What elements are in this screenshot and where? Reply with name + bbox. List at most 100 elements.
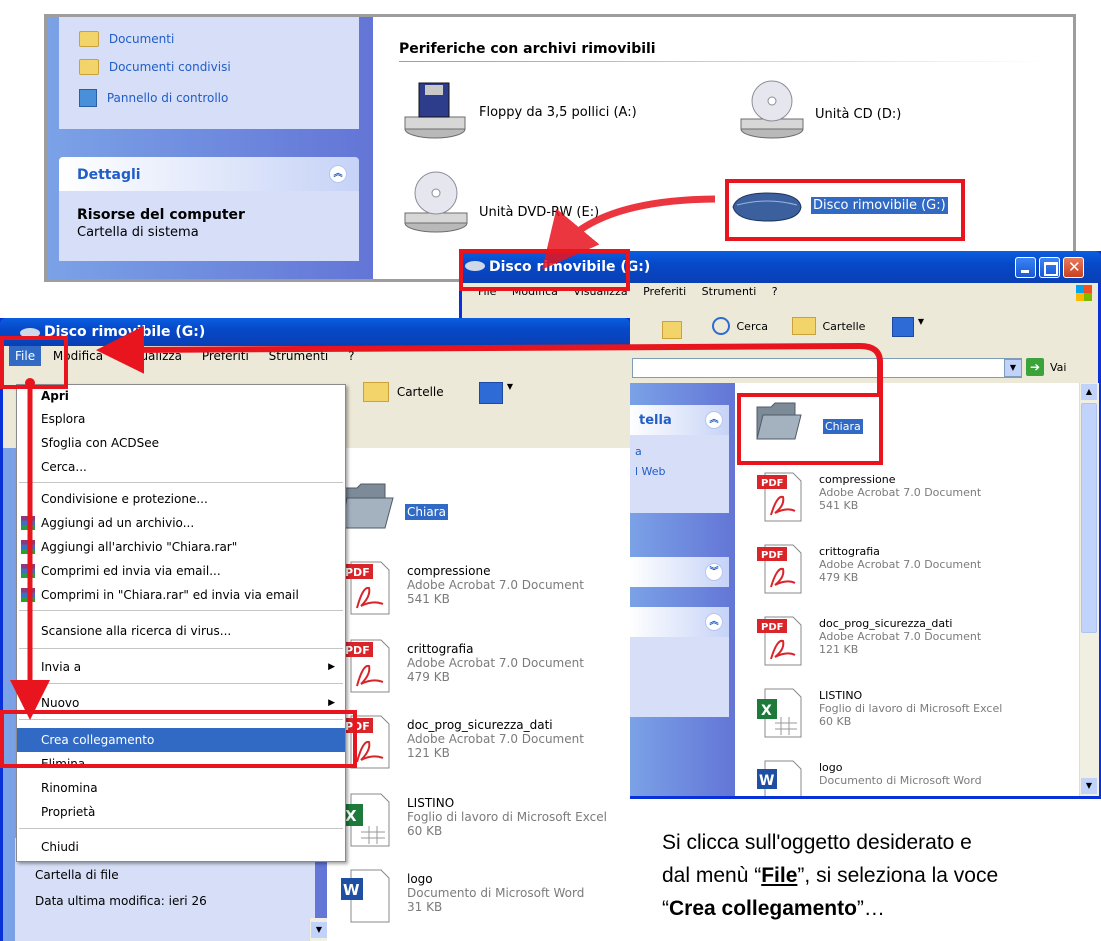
dvd-drive-icon	[404, 171, 468, 233]
svg-text:W: W	[343, 881, 360, 899]
minimize-button[interactable]	[1015, 257, 1036, 278]
menu-file[interactable]: File	[472, 283, 502, 300]
views-button[interactable]: ▼	[892, 317, 926, 339]
file-type: Adobe Acrobat 7.0 Document	[407, 656, 584, 670]
file-item-compressione[interactable]: PDF compressione Adobe Acrobat 7.0 Docum…	[339, 560, 629, 620]
collapse-chevron-icon[interactable]: ︽	[705, 411, 723, 429]
dvd-drive[interactable]: Unità DVD-RW (E:)	[403, 169, 703, 239]
scroll-down-arrow-icon[interactable]: ▼	[311, 922, 327, 938]
views-button[interactable]: ▼	[479, 382, 519, 406]
folders-icon	[363, 382, 389, 402]
file-item-listino[interactable]: X LISTINO Foglio di lavoro di Microsoft …	[339, 792, 629, 852]
file-meta: crittografia Adobe Acrobat 7.0 Document …	[819, 545, 981, 584]
file-item-chiara[interactable]: Chiara	[339, 480, 619, 540]
task-header[interactable]: tella ︽	[629, 405, 729, 435]
menu-separator	[19, 482, 343, 483]
folders-button[interactable]: Cartelle	[363, 382, 444, 406]
menu-item-cerca[interactable]: Cerca...	[17, 455, 345, 479]
menu-item-condivisione[interactable]: Condivisione e protezione...	[17, 487, 345, 511]
task-link-2[interactable]: l Web	[635, 465, 666, 478]
menu-item-comprimi-email[interactable]: Comprimi ed invia via email...	[17, 559, 345, 583]
window-titlebar[interactable]: Disco rimovibile (G:)	[0, 318, 630, 346]
link-documenti[interactable]: Documenti	[79, 31, 174, 49]
menu-modifica[interactable]: Modifica	[506, 283, 564, 300]
menu-item-aggiungi-archivio[interactable]: Aggiungi ad un archivio...	[17, 511, 345, 535]
details-header[interactable]: Dettagli ︽	[59, 157, 359, 191]
file-item-crittografia[interactable]: PDF crittografia Adobe Acrobat 7.0 Docum…	[339, 638, 629, 698]
task-pane-scrollbar[interactable]: ▼	[309, 918, 328, 941]
menu-item-esplora[interactable]: Esplora	[17, 407, 345, 431]
menu-help[interactable]: ?	[340, 346, 362, 366]
search-icon	[712, 317, 730, 335]
removable-label: Disco rimovibile (G:)	[810, 196, 949, 215]
link-pannello-controllo[interactable]: Pannello di controllo	[79, 89, 228, 107]
menu-item-rinomina[interactable]: Rinomina	[17, 776, 345, 800]
svg-text:PDF: PDF	[761, 550, 783, 561]
menu-strumenti[interactable]: Strumenti	[696, 283, 763, 300]
file-list: Chiara PDF compressione Adobe Acrobat 7.…	[735, 383, 1079, 796]
expand-chevron-icon[interactable]: ︾	[705, 563, 723, 581]
menu-modifica[interactable]: Modifica	[45, 346, 111, 366]
address-input[interactable]	[632, 358, 1022, 378]
task-link-1[interactable]: a	[635, 445, 642, 458]
file-item-chiara[interactable]: Chiara	[755, 399, 1055, 455]
menu-file[interactable]: File	[9, 346, 42, 366]
menu-item-elimina[interactable]: Elimina	[17, 752, 345, 776]
menu-item-aggiungi-rar[interactable]: Aggiungi all'archivio "Chiara.rar"	[17, 535, 345, 559]
menu-item-proprieta[interactable]: Proprietà	[17, 800, 345, 824]
file-item-logo[interactable]: W logo Documento di Microsoft Word	[755, 759, 1075, 796]
menu-item-invia-a[interactable]: Invia a ▶	[17, 655, 345, 679]
folders-button[interactable]: Cartelle	[792, 317, 865, 341]
menu-item-acdsee[interactable]: Sfoglia con ACDSee	[17, 431, 345, 455]
close-button[interactable]: ✕	[1063, 257, 1084, 278]
up-folder-icon[interactable]	[662, 321, 682, 339]
file-item-listino[interactable]: X LISTINO Foglio di lavoro di Microsoft …	[755, 687, 1075, 743]
menu-visualizza[interactable]: Visualizza	[567, 283, 633, 300]
menu-item-crea-collegamento[interactable]: Crea collegamento	[17, 728, 345, 752]
menu-item-scansione[interactable]: Scansione alla ricerca di virus...	[17, 619, 345, 643]
file-item-logo[interactable]: W logo Documento di Microsoft Word 31 KB	[339, 868, 629, 928]
file-type: Documento di Microsoft Word	[407, 886, 585, 900]
cd-drive[interactable]: Unità CD (D:)	[739, 79, 999, 141]
cd-label: Unità CD (D:)	[815, 107, 902, 122]
vertical-scrollbar[interactable]: ▲ ▼	[1079, 383, 1099, 796]
window-titlebar[interactable]: Disco rimovibile (G:) ✕	[459, 251, 1101, 283]
go-label[interactable]: Vai	[1050, 361, 1066, 374]
file-item-crittografia[interactable]: PDF crittografia Adobe Acrobat 7.0 Docum…	[755, 543, 1075, 599]
collapse-chevron-icon[interactable]: ︽	[705, 613, 723, 631]
file-size: 479 KB	[819, 571, 859, 584]
scroll-up-arrow-icon[interactable]: ▲	[1081, 384, 1097, 400]
maximize-button[interactable]	[1039, 257, 1060, 278]
task-body: a l Web	[629, 435, 729, 513]
scroll-thumb[interactable]	[1081, 403, 1097, 633]
task-header-details[interactable]: ︽	[629, 607, 729, 637]
file-name: compressione	[407, 564, 491, 578]
menu-preferiti[interactable]: Preferiti	[637, 283, 692, 300]
menu-item-comprimi-rar-email[interactable]: Comprimi in "Chiara.rar" ed invia via em…	[17, 583, 345, 607]
collapse-chevron-icon[interactable]: ︽	[329, 165, 347, 183]
file-item-doc-prog[interactable]: PDF doc_prog_sicurezza_dati Adobe Acroba…	[755, 615, 1075, 671]
menu-separator	[19, 610, 343, 611]
menu-visualizza[interactable]: Visualizza	[115, 346, 190, 366]
floppy-drive[interactable]: Floppy da 3,5 pollici (A:)	[403, 79, 703, 141]
menu-strumenti[interactable]: Strumenti	[261, 346, 337, 366]
link-documenti-condivisi[interactable]: Documenti condivisi	[79, 59, 231, 77]
caption-text: “	[662, 897, 669, 920]
menu-item-apri[interactable]: Apri	[17, 385, 345, 407]
file-size: 121 KB	[819, 643, 859, 656]
menu-preferiti[interactable]: Preferiti	[194, 346, 257, 366]
file-meta: doc_prog_sicurezza_dati Adobe Acrobat 7.…	[407, 718, 584, 760]
file-item-doc-prog[interactable]: PDF doc_prog_sicurezza_dati Adobe Acroba…	[339, 714, 629, 774]
address-dropdown-icon[interactable]: ▼	[1004, 359, 1022, 377]
menu-item-chiudi[interactable]: Chiudi	[17, 835, 345, 859]
winrar-icon	[21, 588, 35, 602]
search-button[interactable]: Cerca	[712, 317, 768, 341]
removable-drive[interactable]: Disco rimovibile (G:)	[729, 181, 1019, 231]
menu-item-nuovo[interactable]: Nuovo ▶	[17, 691, 345, 715]
scroll-down-arrow-icon[interactable]: ▼	[1081, 778, 1097, 794]
menu-help[interactable]: ?	[766, 283, 784, 300]
file-meta: crittografia Adobe Acrobat 7.0 Document …	[407, 642, 584, 684]
task-header-collapsed[interactable]: ︾	[629, 557, 729, 587]
file-item-compressione[interactable]: PDF compressione Adobe Acrobat 7.0 Docum…	[755, 471, 1075, 527]
go-arrow-icon[interactable]: ➔	[1026, 358, 1044, 376]
